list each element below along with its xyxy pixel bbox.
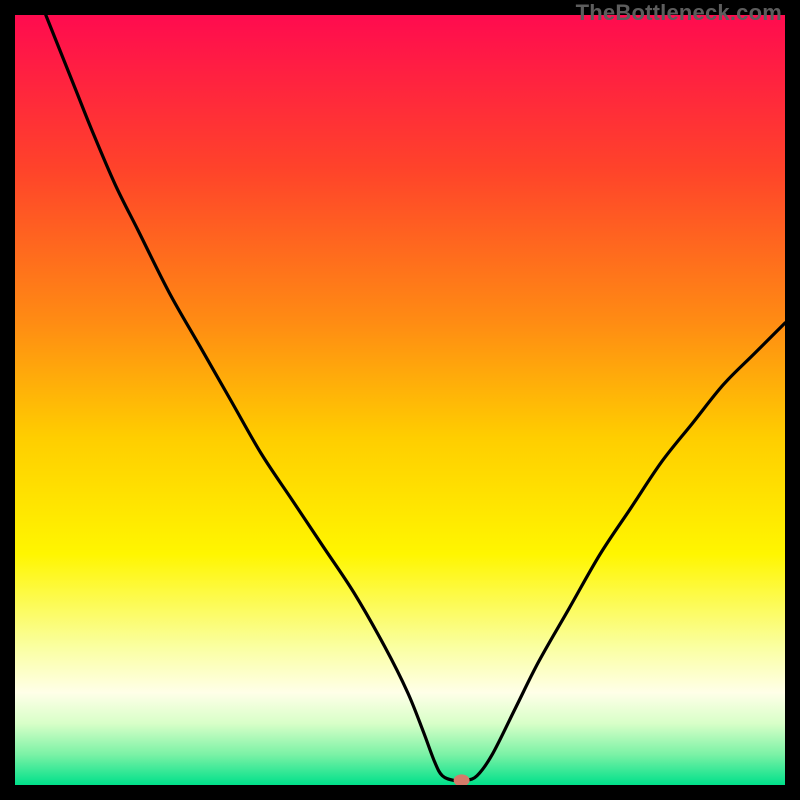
bottleneck-chart bbox=[15, 15, 785, 785]
gradient-background bbox=[15, 15, 785, 785]
chart-frame bbox=[15, 15, 785, 785]
watermark-text: TheBottleneck.com bbox=[576, 0, 782, 26]
